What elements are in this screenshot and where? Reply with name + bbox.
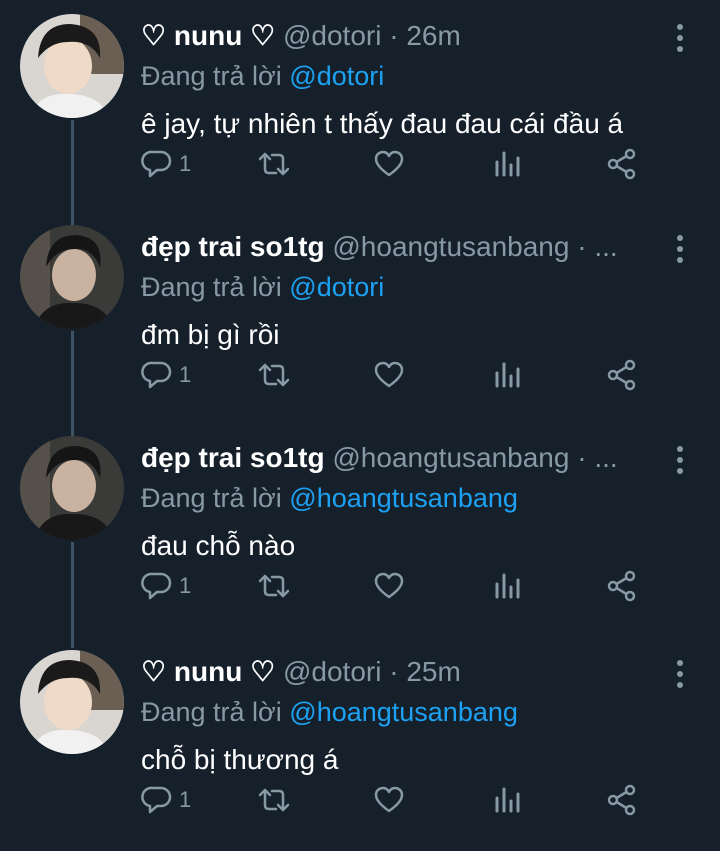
more-vertical-icon[interactable] [670,24,690,52]
retweet-icon [258,363,290,387]
more-vertical-icon[interactable] [670,660,690,688]
action-bar: 1 [141,358,701,392]
reply-icon [141,786,172,814]
reply-count: 1 [179,787,192,812]
tweet-text: chỗ bị thương á [141,744,339,775]
share-button[interactable] [606,783,638,817]
tweet-text: ê jay, tự nhiên t thấy đau đau cái đầu á [141,108,624,139]
tweet-header: đẹp trai so1tg @hoangtusanbang · ... [141,229,660,265]
retweet-button[interactable] [256,783,292,817]
reply-button[interactable]: 1 [141,569,191,603]
tweet-header: ♡ nunu ♡ @dotori · 26m [141,18,660,54]
action-bar: 1 [141,569,701,603]
user-handle[interactable]: @dotori [283,656,381,687]
avatar[interactable] [20,225,124,329]
replying-to-link[interactable]: @hoangtusanbang [289,483,518,513]
replying-to: Đang trả lời @dotori [141,269,384,305]
display-name[interactable]: đẹp trai so1tg [141,442,325,473]
share-icon [607,359,636,391]
analytics-icon [495,787,520,813]
heart-icon [374,572,404,599]
heart-icon [374,361,404,388]
analytics-button[interactable] [491,783,523,817]
reply-count: 1 [179,151,192,176]
retweet-icon [258,788,290,812]
like-button[interactable] [373,569,405,603]
avatar[interactable] [20,650,124,754]
timestamp[interactable]: 25m [406,656,460,687]
reply-icon [141,150,172,178]
tweet-text: đm bị gì rồi [141,319,280,350]
replying-to: Đang trả lời @dotori [141,58,384,94]
replying-to-link[interactable]: @hoangtusanbang [289,697,518,727]
user-handle[interactable]: @hoangtusanbang [332,442,569,473]
like-button[interactable] [373,783,405,817]
tweet-header: đẹp trai so1tg @hoangtusanbang · ... [141,440,660,476]
replying-to-label: Đang trả lời [141,61,282,91]
share-icon [607,570,636,602]
reply-count: 1 [179,573,192,598]
action-bar: 1 [141,147,701,181]
display-name[interactable]: đẹp trai so1tg [141,231,325,262]
timestamp[interactable]: ... [594,231,617,262]
replying-to: Đang trả lời @hoangtusanbang [141,480,518,516]
replying-to: Đang trả lời @hoangtusanbang [141,694,518,730]
share-button[interactable] [606,147,638,181]
replying-to-label: Đang trả lời [141,483,282,513]
avatar[interactable] [20,436,124,540]
reply-button[interactable]: 1 [141,358,191,392]
replying-to-link[interactable]: @dotori [289,272,384,302]
tweet[interactable]: đẹp trai so1tg @hoangtusanbang · ... Đan… [0,211,720,422]
share-icon [607,784,636,816]
reply-count: 1 [179,362,192,387]
analytics-icon [495,573,520,599]
tweet[interactable]: đẹp trai so1tg @hoangtusanbang · ... Đan… [0,422,720,633]
reply-icon [141,572,172,600]
replying-to-label: Đang trả lời [141,697,282,727]
share-icon [607,148,636,180]
heart-icon [374,150,404,177]
separator-dot: · [389,656,399,687]
reply-icon [141,361,172,389]
tweet[interactable]: ♡ nunu ♡ @dotori · 26m Đang trả lời @dot… [0,0,720,211]
timestamp[interactable]: ... [594,442,617,473]
user-handle[interactable]: @hoangtusanbang [332,231,569,262]
avatar[interactable] [20,14,124,118]
analytics-button[interactable] [491,358,523,392]
reply-button[interactable]: 1 [141,147,191,181]
display-name[interactable]: ♡ nunu ♡ [141,20,275,51]
share-button[interactable] [606,358,638,392]
analytics-button[interactable] [491,147,523,181]
more-vertical-icon[interactable] [670,446,690,474]
separator-dot: · [577,231,587,262]
retweet-icon [258,574,290,598]
analytics-icon [495,362,520,388]
timestamp[interactable]: 26m [406,20,460,51]
analytics-button[interactable] [491,569,523,603]
replying-to-link[interactable]: @dotori [289,61,384,91]
separator-dot: · [389,20,399,51]
reply-button[interactable]: 1 [141,783,191,817]
user-handle[interactable]: @dotori [283,20,381,51]
heart-icon [374,786,404,813]
retweet-button[interactable] [256,147,292,181]
more-vertical-icon[interactable] [670,235,690,263]
tweet-header: ♡ nunu ♡ @dotori · 25m [141,654,660,690]
retweet-button[interactable] [256,569,292,603]
retweet-icon [258,152,290,176]
tweet-text: đau chỗ nào [141,530,296,561]
like-button[interactable] [373,147,405,181]
action-bar: 1 [141,783,701,817]
like-button[interactable] [373,358,405,392]
analytics-icon [495,151,520,177]
display-name[interactable]: ♡ nunu ♡ [141,656,275,687]
retweet-button[interactable] [256,358,292,392]
replying-to-label: Đang trả lời [141,272,282,302]
separator-dot: · [577,442,587,473]
share-button[interactable] [606,569,638,603]
tweet[interactable]: ♡ nunu ♡ @dotori · 25m Đang trả lời @hoa… [0,636,720,847]
